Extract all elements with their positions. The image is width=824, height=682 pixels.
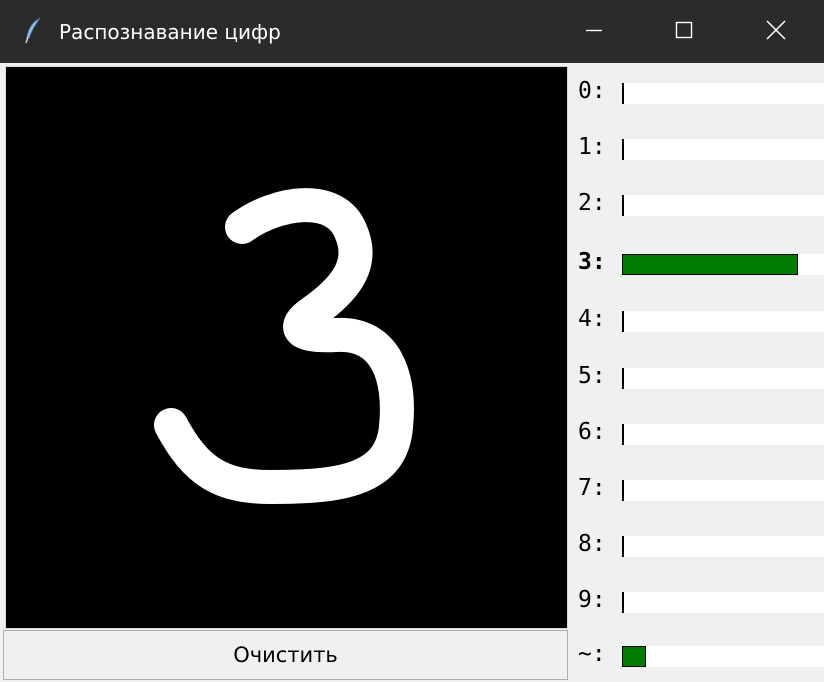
title-bar[interactable]: Распознавание цифр [0,0,824,63]
prediction-row-3: 3: [570,234,824,290]
probability-track [622,424,824,445]
probability-bar [622,646,646,667]
maximize-icon [674,20,694,44]
probability-bar [622,592,624,613]
probability-bar [622,139,624,160]
prediction-row-4: 4: [570,291,824,347]
probability-track [622,254,824,275]
prediction-row-other: ~: [570,626,824,682]
prediction-row-2: 2: [570,175,824,231]
probability-track [622,592,824,613]
minimize-icon [584,20,604,44]
prediction-row-5: 5: [570,348,824,404]
handwritten-digit-stroke [154,188,414,504]
probability-bar [622,195,624,216]
prediction-label: 4: [578,306,606,332]
prediction-label: 3: [578,249,606,275]
prediction-row-9: 9: [570,572,824,628]
app-window: Распознавание цифр Очистить 0: 1: 2: 3: … [0,0,824,682]
clear-button[interactable]: Очистить [3,630,568,680]
prediction-label: 5: [578,363,606,389]
feather-icon [24,17,42,44]
probability-track [622,536,824,557]
window-title: Распознавание цифр [59,20,281,44]
prediction-label: ~: [578,641,606,667]
prediction-label: 9: [578,587,606,613]
probability-track [622,646,824,667]
prediction-label: 8: [578,531,606,557]
prediction-label: 1: [578,134,606,160]
minimize-button[interactable] [548,0,640,63]
prediction-row-0: 0: [570,63,824,119]
prediction-row-7: 7: [570,460,824,516]
probability-bar [622,254,798,275]
probability-bar [622,536,624,557]
probability-track [622,83,824,104]
prediction-panel: 0: 1: 2: 3: 4: 5: 6: 7: 8: 9: ~: [570,63,824,682]
probability-bar [622,83,624,104]
probability-track [622,368,824,389]
prediction-label: 7: [578,475,606,501]
prediction-label: 0: [578,78,606,104]
maximize-button[interactable] [638,0,730,63]
client-area: Очистить 0: 1: 2: 3: 4: 5: 6: 7: 8: 9: ~… [0,63,824,682]
probability-track [622,311,824,332]
probability-bar [622,480,624,501]
probability-track [622,480,824,501]
drawing-canvas[interactable] [5,66,568,629]
prediction-row-8: 8: [570,516,824,572]
prediction-label: 6: [578,419,606,445]
close-button[interactable] [730,0,822,63]
prediction-row-6: 6: [570,404,824,460]
probability-track [622,195,824,216]
probability-bar [622,368,624,389]
probability-bar [622,311,624,332]
prediction-row-1: 1: [570,119,824,175]
probability-track [622,139,824,160]
probability-bar [622,424,624,445]
prediction-label: 2: [578,190,606,216]
close-icon [765,19,787,45]
